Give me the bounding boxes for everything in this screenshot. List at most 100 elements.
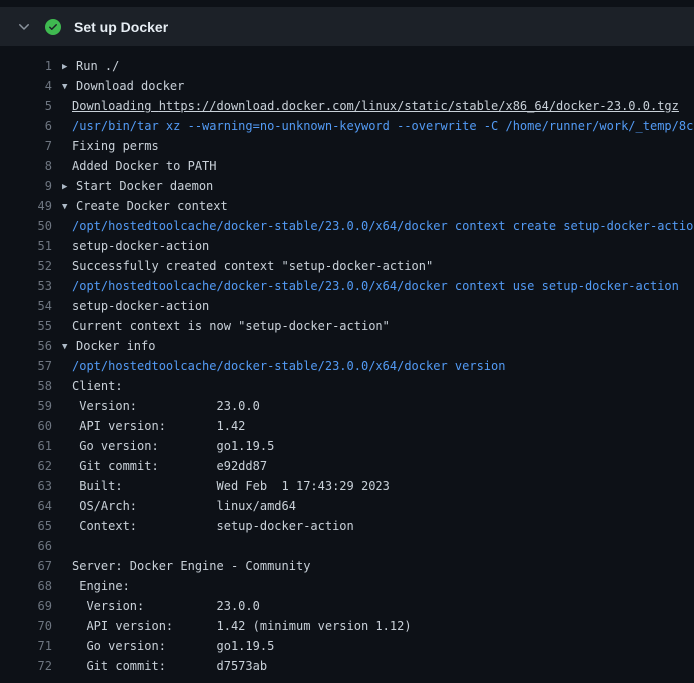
line-number[interactable]: 8	[0, 156, 52, 176]
step-header[interactable]: Set up Docker	[0, 7, 694, 46]
log-line: 7Fixing perms	[0, 136, 694, 156]
log-line: 58Client:	[0, 376, 694, 396]
line-number[interactable]: 54	[0, 296, 52, 316]
log-line: 69 Version: 23.0.0	[0, 596, 694, 616]
log-text: Fixing perms	[52, 136, 159, 156]
line-number[interactable]: 52	[0, 256, 52, 276]
line-number[interactable]: 9	[0, 176, 52, 196]
group-expanded-arrow-icon[interactable]: ▼	[62, 77, 76, 97]
line-number[interactable]: 63	[0, 476, 52, 496]
log-line: 72 Git commit: d7573ab	[0, 656, 694, 676]
line-number[interactable]: 53	[0, 276, 52, 296]
log-line[interactable]: 56 ▼Docker info	[0, 336, 694, 356]
group-title: Download docker	[76, 79, 184, 93]
log-line: 65 Context: setup-docker-action	[0, 516, 694, 536]
line-number[interactable]: 64	[0, 496, 52, 516]
line-number[interactable]: 51	[0, 236, 52, 256]
line-number[interactable]: 68	[0, 576, 52, 596]
group-title: Create Docker context	[76, 199, 228, 213]
log-text: Go version: go1.19.5	[52, 636, 274, 656]
line-number[interactable]: 72	[0, 656, 52, 676]
log-text: Successfully created context "setup-dock…	[52, 256, 433, 276]
chevron-down-icon[interactable]	[16, 19, 32, 35]
log-line: 67Server: Docker Engine - Community	[0, 556, 694, 576]
log-link[interactable]: https://download.docker.com/linux/static…	[159, 99, 679, 113]
line-number[interactable]: 58	[0, 376, 52, 396]
log-console: 1▶Run ./4▼Download docker5Downloading ht…	[0, 46, 694, 676]
line-number[interactable]: 4	[0, 76, 52, 96]
log-text: API version: 1.42	[52, 416, 245, 436]
log-line: 57/opt/hostedtoolcache/docker-stable/23.…	[0, 356, 694, 376]
log-line: 68 Engine:	[0, 576, 694, 596]
log-line[interactable]: 9 ▶Start Docker daemon	[0, 176, 694, 196]
log-command-text: /opt/hostedtoolcache/docker-stable/23.0.…	[52, 216, 694, 236]
log-text: Current context is now "setup-docker-act…	[52, 316, 390, 336]
log-text: Go version: go1.19.5	[52, 436, 274, 456]
log-line: 64 OS/Arch: linux/amd64	[0, 496, 694, 516]
log-line[interactable]: 1 ▶Run ./	[0, 56, 694, 76]
log-line: 54setup-docker-action	[0, 296, 694, 316]
log-line: 70 API version: 1.42 (minimum version 1.…	[0, 616, 694, 636]
log-text: Built: Wed Feb 1 17:43:29 2023	[52, 476, 390, 496]
log-line: 66	[0, 536, 694, 556]
log-text: Server: Docker Engine - Community	[52, 556, 310, 576]
line-number[interactable]: 49	[0, 196, 52, 216]
line-number[interactable]: 1	[0, 56, 52, 76]
line-number[interactable]: 71	[0, 636, 52, 656]
log-line: 52Successfully created context "setup-do…	[0, 256, 694, 276]
log-text: Git commit: d7573ab	[52, 656, 267, 676]
log-command-text: /opt/hostedtoolcache/docker-stable/23.0.…	[52, 276, 679, 296]
group-title: Start Docker daemon	[76, 179, 213, 193]
log-text: setup-docker-action	[52, 296, 209, 316]
log-text: Git commit: e92dd87	[52, 456, 267, 476]
log-text: Downloading	[72, 99, 159, 113]
line-number[interactable]: 61	[0, 436, 52, 456]
log-text: Version: 23.0.0	[52, 596, 260, 616]
log-command-text: /opt/hostedtoolcache/docker-stable/23.0.…	[52, 356, 505, 376]
log-line: 5 Downloading https://download.docker.com…	[0, 96, 694, 116]
line-number[interactable]: 62	[0, 456, 52, 476]
log-line: 50/opt/hostedtoolcache/docker-stable/23.…	[0, 216, 694, 236]
line-number[interactable]: 57	[0, 356, 52, 376]
log-line: 60 API version: 1.42	[0, 416, 694, 436]
line-number[interactable]: 66	[0, 536, 52, 556]
group-expanded-arrow-icon[interactable]: ▼	[62, 337, 76, 357]
log-text: Engine:	[52, 576, 130, 596]
log-line: 53/opt/hostedtoolcache/docker-stable/23.…	[0, 276, 694, 296]
line-number[interactable]: 69	[0, 596, 52, 616]
group-collapsed-arrow-icon[interactable]: ▶	[62, 57, 76, 77]
line-number[interactable]: 67	[0, 556, 52, 576]
line-number[interactable]: 6	[0, 116, 52, 136]
line-number[interactable]: 60	[0, 416, 52, 436]
success-check-circle-icon	[45, 19, 61, 35]
line-number[interactable]: 50	[0, 216, 52, 236]
line-number[interactable]: 7	[0, 136, 52, 156]
log-line: 63 Built: Wed Feb 1 17:43:29 2023	[0, 476, 694, 496]
log-text: setup-docker-action	[52, 236, 209, 256]
log-text: Added Docker to PATH	[52, 156, 217, 176]
log-text	[52, 536, 72, 556]
group-title: Docker info	[76, 339, 155, 353]
step-title: Set up Docker	[74, 19, 168, 35]
line-number[interactable]: 55	[0, 316, 52, 336]
group-expanded-arrow-icon[interactable]: ▼	[62, 197, 76, 217]
line-number[interactable]: 5	[0, 96, 52, 116]
line-number[interactable]: 70	[0, 616, 52, 636]
log-line: 71 Go version: go1.19.5	[0, 636, 694, 656]
line-number[interactable]: 59	[0, 396, 52, 416]
log-line: 55Current context is now "setup-docker-a…	[0, 316, 694, 336]
log-text: Version: 23.0.0	[52, 396, 260, 416]
log-line: 59 Version: 23.0.0	[0, 396, 694, 416]
line-number[interactable]: 65	[0, 516, 52, 536]
line-number[interactable]: 56	[0, 336, 52, 356]
log-line[interactable]: 49 ▼Create Docker context	[0, 196, 694, 216]
log-line: 8Added Docker to PATH	[0, 156, 694, 176]
log-text: Client:	[52, 376, 123, 396]
group-collapsed-arrow-icon[interactable]: ▶	[62, 177, 76, 197]
group-title: Run ./	[76, 59, 119, 73]
log-line: 6/usr/bin/tar xz --warning=no-unknown-ke…	[0, 116, 694, 136]
log-line: 61 Go version: go1.19.5	[0, 436, 694, 456]
log-line[interactable]: 4 ▼Download docker	[0, 76, 694, 96]
log-line: 62 Git commit: e92dd87	[0, 456, 694, 476]
log-command-text: /usr/bin/tar xz --warning=no-unknown-key…	[52, 116, 694, 136]
